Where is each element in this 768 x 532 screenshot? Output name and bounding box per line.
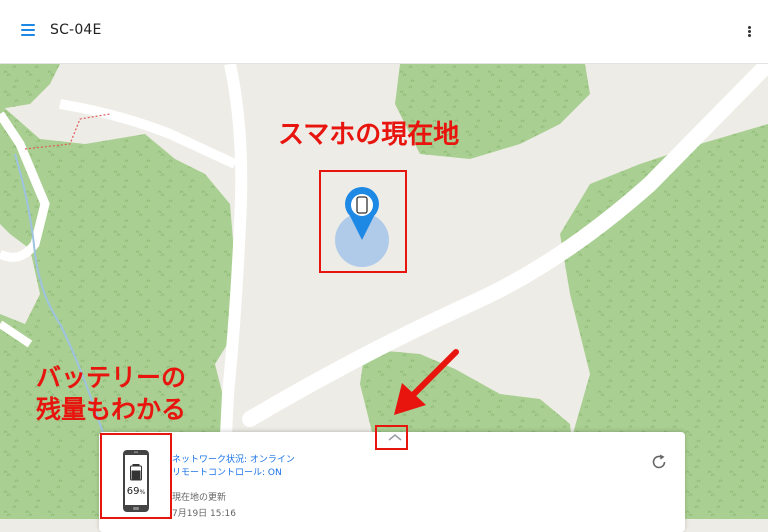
annotation-arrow	[394, 349, 459, 415]
more-options-icon[interactable]	[747, 26, 751, 38]
refresh-icon[interactable]	[650, 453, 668, 471]
menu-icon[interactable]	[21, 24, 35, 37]
annotation-battery-line1: バッテリーの	[36, 363, 187, 392]
page-title: SC-04E	[50, 22, 102, 38]
remote-control-status: リモートコントロール: ON	[172, 468, 282, 478]
last-updated-label: 現在地の更新	[172, 493, 227, 503]
annotation-battery-line2: 残量もわかる	[36, 395, 187, 424]
last-updated-time: 7月19日 15:16	[172, 509, 236, 519]
annotation-box-location	[319, 170, 407, 273]
annotation-current-location: スマホの現在地	[278, 120, 460, 150]
annotation-box-chevron	[375, 425, 408, 450]
app-bar: SC-04E	[0, 0, 768, 64]
annotation-box-battery	[100, 433, 172, 519]
network-status: ネットワーク状況: オンライン	[172, 455, 295, 465]
